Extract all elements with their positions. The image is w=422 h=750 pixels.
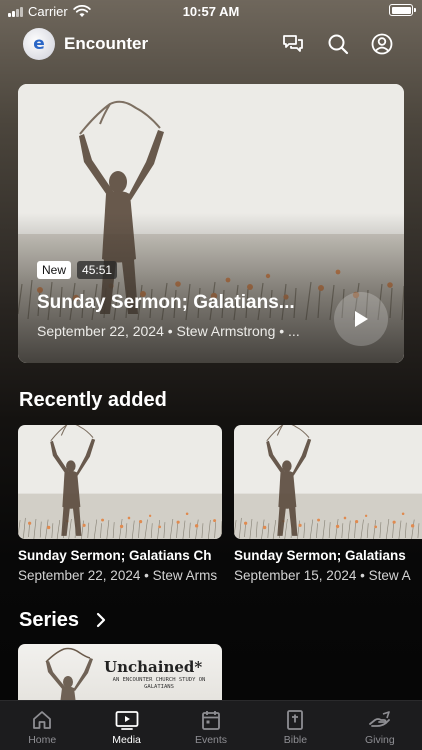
giving-icon [368,711,390,727]
play-button[interactable] [334,292,388,346]
tab-label: Home [28,734,57,746]
series-card[interactable]: Unchained* AN ENCOUNTER CHURCH STUDY ON … [18,644,222,700]
new-badge: New [37,261,72,279]
tab-label: Giving [364,734,395,746]
bible-icon [287,710,304,730]
chat-icon[interactable] [279,30,307,58]
recent-item[interactable]: Sunday Sermon; Galatians September 15, 2… [234,425,422,583]
play-icon [355,311,368,327]
app-title: Encounter [64,34,149,53]
tab-bar: Home Media Events Bible Giving [0,700,422,750]
featured-title: Sunday Sermon; Galatians... [37,292,295,313]
recent-item-title: Sunday Sermon; Galatians [234,548,406,563]
tab-giving[interactable]: Giving [338,701,422,750]
tab-events[interactable]: Events [169,701,253,750]
tab-label: Bible [283,734,308,746]
recent-item[interactable]: Sunday Sermon; Galatians Ch September 22… [18,425,222,583]
tab-label: Events [194,734,228,746]
search-icon[interactable] [324,30,352,58]
app-header: e Encounter [0,24,422,64]
series-heading[interactable]: Series [19,609,79,632]
calendar-icon [202,711,220,730]
featured-sermon-card[interactable]: New 45:51 Sunday Sermon; Galatians... Se… [18,84,404,363]
profile-icon[interactable] [368,30,396,58]
tab-home[interactable]: Home [0,701,84,750]
recent-item-thumbnail [234,425,422,539]
series-card-title: Unchained* [104,658,203,676]
recent-item-thumbnail [18,425,222,539]
app-logo[interactable]: e [23,28,55,60]
status-bar: Carrier 10:57 AM [0,0,422,24]
tab-label: Media [112,734,141,746]
media-icon [115,711,139,730]
recent-item-meta: September 22, 2024 • Stew Arms [18,568,218,583]
featured-meta: September 22, 2024 • Stew Armstrong • ..… [37,323,300,339]
tab-bible[interactable]: Bible [253,701,337,750]
series-card-art [45,647,93,700]
home-icon [33,711,52,729]
chevron-right-icon[interactable] [95,612,107,628]
battery-icon [389,4,416,16]
tab-media[interactable]: Media [84,701,168,750]
duration-badge: 45:51 [77,261,118,279]
recently-added-heading: Recently added [19,389,167,411]
logo-letter: e [33,34,45,54]
featured-badges: New 45:51 [37,261,118,279]
status-time: 10:57 AM [182,4,240,19]
series-card-subtitle: AN ENCOUNTER CHURCH STUDY ON GALATIANS [112,677,206,690]
recent-item-title: Sunday Sermon; Galatians Ch [18,548,212,563]
recent-item-meta: September 15, 2024 • Stew A [234,568,411,583]
